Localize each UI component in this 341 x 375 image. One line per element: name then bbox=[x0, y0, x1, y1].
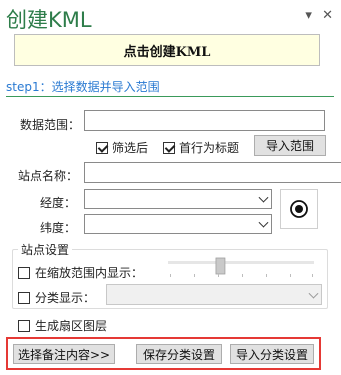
latitude-label: 纬度： bbox=[40, 221, 77, 235]
dropdown-icon[interactable]: ▾ bbox=[305, 8, 312, 23]
sector-layer-row[interactable]: 生成扇区图层 bbox=[18, 317, 107, 334]
header-checkbox[interactable] bbox=[163, 141, 175, 154]
longitude-select[interactable] bbox=[84, 189, 272, 209]
save-category-button[interactable]: 保存分类设置 bbox=[136, 344, 222, 364]
sector-layer-label: 生成扇区图层 bbox=[35, 319, 108, 333]
data-range-label: 数据范围： bbox=[20, 118, 81, 132]
step1-label: step1：选择数据并导入范围 bbox=[6, 80, 160, 94]
filter-checkbox-label: 筛选后 bbox=[112, 141, 149, 155]
category-show-checkbox[interactable] bbox=[18, 291, 30, 304]
choose-note-button[interactable]: 选择备注内容>> bbox=[13, 344, 115, 364]
category-show-row[interactable]: 分类显示： bbox=[18, 289, 95, 306]
data-range-input[interactable] bbox=[84, 110, 325, 131]
locate-button[interactable] bbox=[280, 189, 318, 229]
station-name-select[interactable] bbox=[84, 162, 341, 183]
station-name-label: 站点名称： bbox=[18, 169, 79, 183]
latitude-select[interactable] bbox=[84, 214, 272, 234]
chevron-down-icon bbox=[258, 217, 269, 228]
import-range-button[interactable]: 导入范围 bbox=[254, 135, 326, 156]
chevron-down-icon bbox=[308, 288, 319, 299]
header-checkbox-label: 首行为标题 bbox=[179, 141, 240, 155]
zoom-slider-graphic bbox=[168, 257, 314, 277]
target-icon bbox=[290, 200, 308, 218]
sector-layer-checkbox[interactable] bbox=[18, 319, 30, 332]
create-kml-button[interactable]: 点击创建KML bbox=[14, 34, 320, 66]
window-controls: ▾ ✕ bbox=[299, 8, 333, 23]
category-show-label: 分类显示： bbox=[35, 291, 96, 305]
zoom-slider[interactable] bbox=[166, 256, 316, 278]
close-icon[interactable]: ✕ bbox=[322, 8, 333, 23]
zoom-show-row[interactable]: 在缩放范围内显示： bbox=[18, 264, 143, 281]
station-settings-title: 站点设置 bbox=[18, 241, 73, 258]
step-divider bbox=[6, 96, 334, 97]
zoom-show-label: 在缩放范围内显示： bbox=[35, 266, 144, 280]
window-title: 创建KML bbox=[6, 8, 92, 32]
longitude-label: 经度： bbox=[40, 196, 77, 210]
header-checkbox-row[interactable]: 首行为标题 bbox=[163, 139, 239, 156]
category-select[interactable] bbox=[106, 284, 322, 305]
filter-checkbox[interactable] bbox=[96, 141, 108, 154]
import-category-button[interactable]: 导入分类设置 bbox=[230, 344, 314, 364]
filter-checkbox-row[interactable]: 筛选后 bbox=[96, 139, 148, 156]
chevron-down-icon bbox=[258, 192, 269, 203]
zoom-show-checkbox[interactable] bbox=[18, 266, 30, 279]
